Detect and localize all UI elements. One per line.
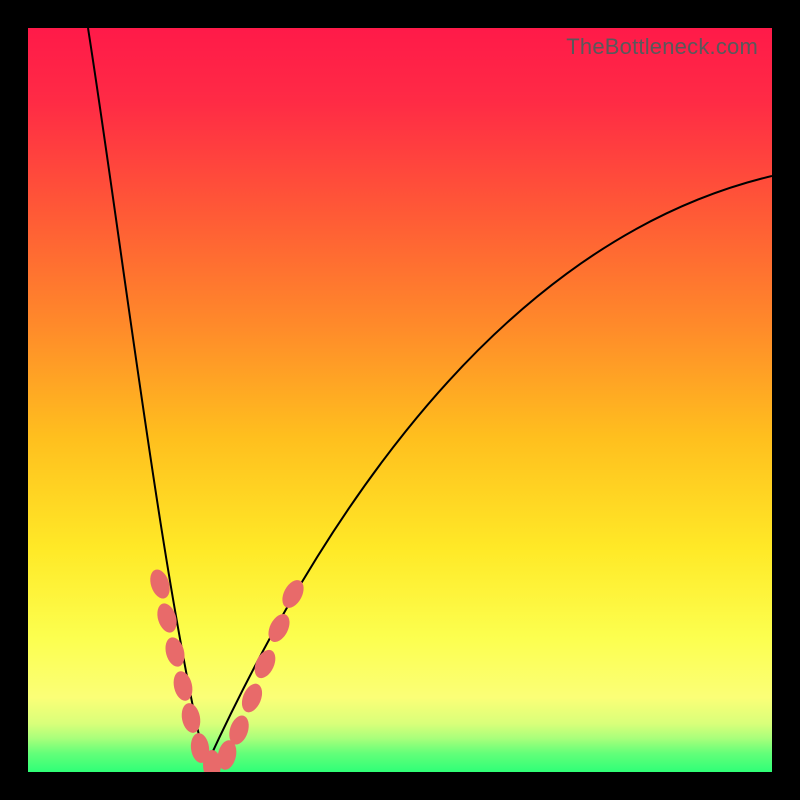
bead — [154, 601, 180, 635]
bead — [238, 681, 266, 716]
bead — [251, 647, 280, 682]
bottleneck-curve — [28, 28, 772, 772]
curve-path — [88, 28, 772, 766]
bead — [278, 577, 308, 612]
chart-frame: TheBottleneck.com — [28, 28, 772, 772]
bead-group — [147, 567, 308, 772]
bead — [179, 702, 202, 735]
